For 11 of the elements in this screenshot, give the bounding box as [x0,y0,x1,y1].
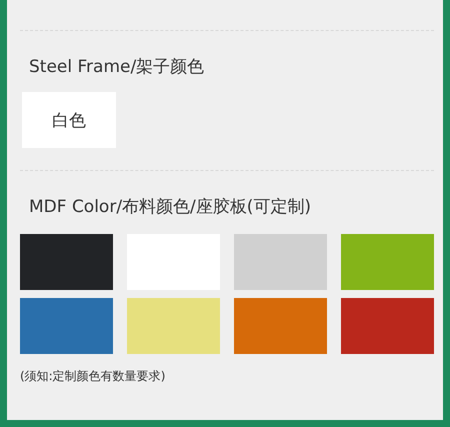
color-swatch[interactable] [341,234,434,290]
note-text: (须知:定制颜色有数量要求) [20,368,166,385]
color-swatch[interactable] [127,298,220,354]
option-button[interactable]: 白色 [22,92,116,148]
color-swatch[interactable] [20,298,113,354]
section-title: MDF Color/布料颜色/座胶板(可定制) [29,196,312,218]
color-swatch[interactable] [234,298,327,354]
color-swatch[interactable] [234,234,327,290]
color-swatch[interactable] [341,298,434,354]
section-title: Steel Frame/架子颜色 [29,56,206,78]
color-swatch[interactable] [20,234,113,290]
